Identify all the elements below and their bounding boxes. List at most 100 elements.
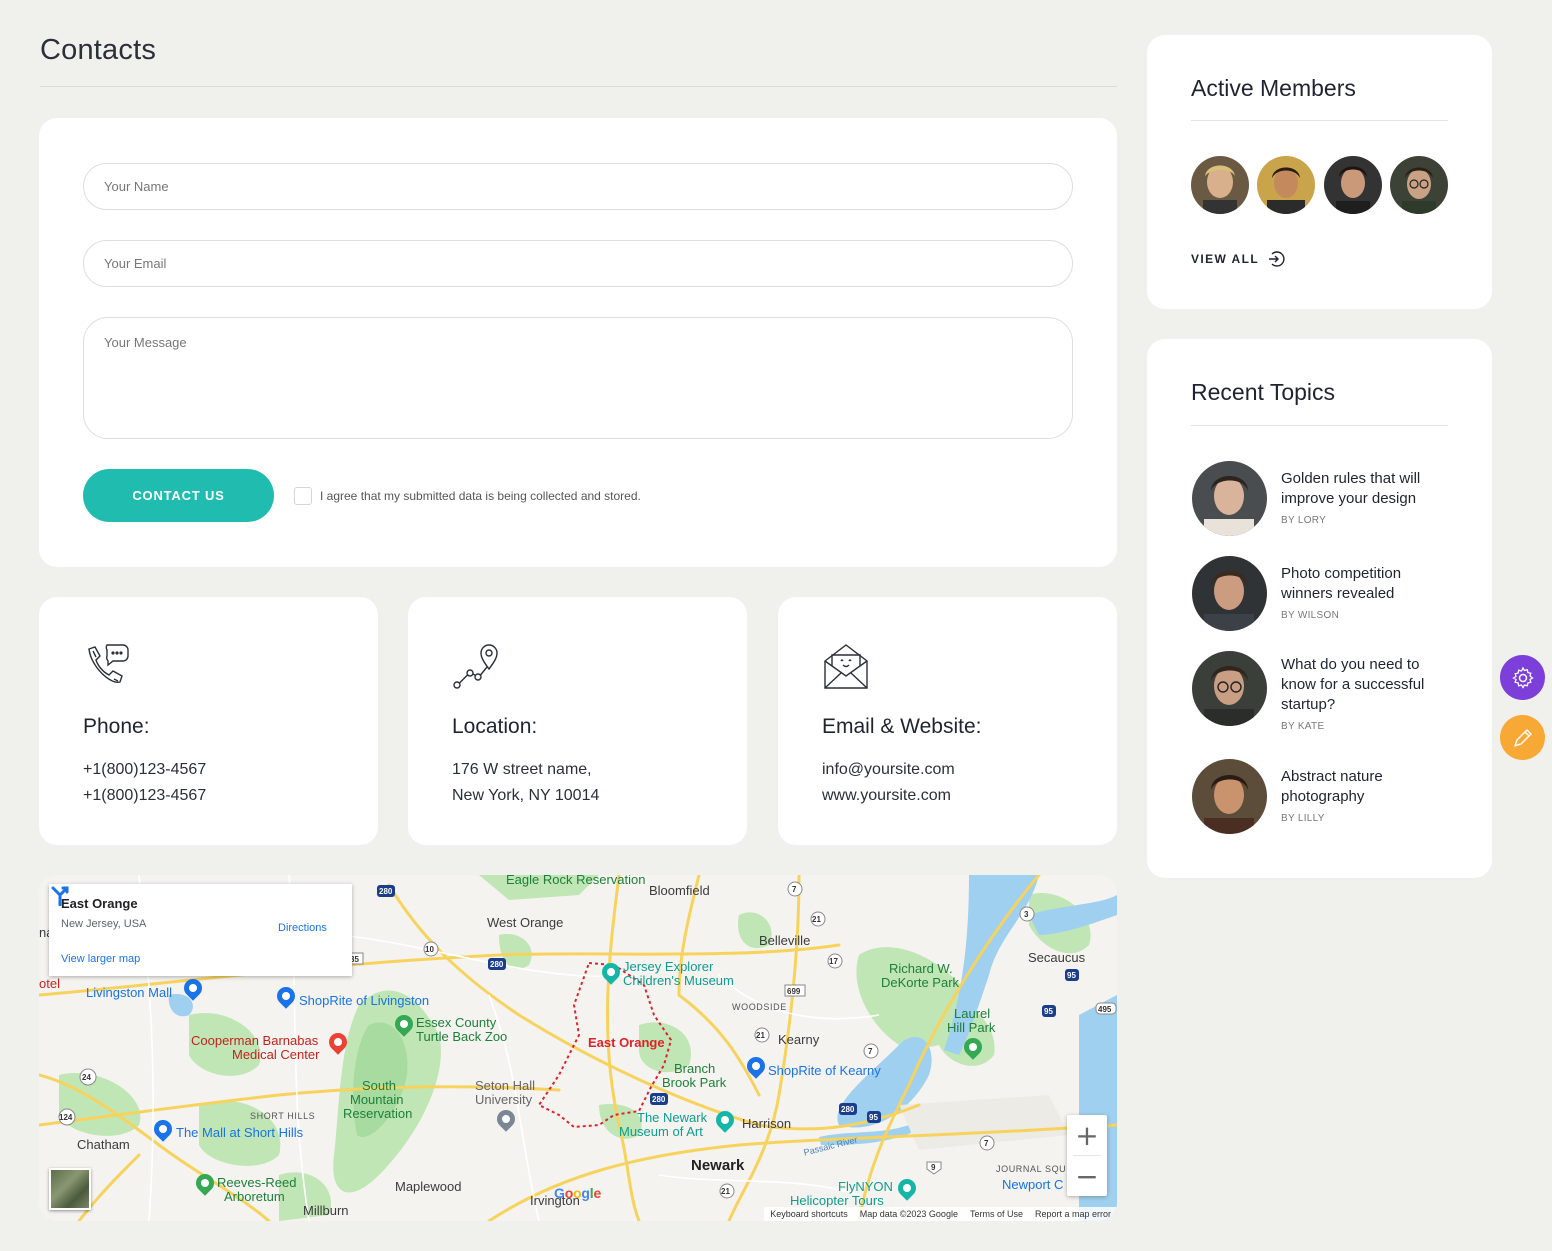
svg-text:495: 495 bbox=[1098, 1005, 1112, 1014]
map-label-east-orange: East Orange bbox=[588, 1035, 665, 1050]
keyboard-shortcuts-link[interactable]: Keyboard shortcuts bbox=[770, 1209, 848, 1219]
phone-icon bbox=[88, 644, 129, 683]
topic-title[interactable]: Golden rules that will improve your desi… bbox=[1281, 469, 1456, 509]
svg-text:21: 21 bbox=[812, 915, 821, 924]
svg-text:7: 7 bbox=[984, 1139, 989, 1148]
location-line-1: 176 W street name, bbox=[452, 761, 592, 778]
map-attribution: Keyboard shortcuts Map data ©2023 Google… bbox=[764, 1207, 1117, 1221]
topic-avatar[interactable] bbox=[1192, 461, 1267, 536]
map-label: JOURNAL SQU bbox=[996, 1164, 1067, 1174]
svg-text:9: 9 bbox=[931, 1163, 936, 1172]
map-label: Harrison bbox=[742, 1116, 792, 1131]
recent-topics-card: Recent Topics Golden rules that will imp… bbox=[1147, 339, 1492, 878]
topic-avatar[interactable] bbox=[1192, 651, 1267, 726]
phone-card: Phone: +1(800)123-4567 +1(800)123-4567 bbox=[39, 597, 378, 845]
report-error-link[interactable]: Report a map error bbox=[1035, 1209, 1111, 1219]
map-label: Mountain bbox=[350, 1092, 404, 1107]
map-label: Maplewood bbox=[395, 1179, 462, 1194]
map-label: West Orange bbox=[487, 915, 564, 930]
zoom-out-button[interactable]: − bbox=[1067, 1156, 1107, 1196]
topic-author: BY KATE bbox=[1281, 721, 1325, 732]
map-label: otel bbox=[39, 976, 60, 991]
members-divider bbox=[1191, 120, 1448, 121]
message-textarea[interactable] bbox=[84, 318, 1072, 438]
svg-text:280: 280 bbox=[652, 1095, 666, 1104]
svg-text:17: 17 bbox=[829, 957, 838, 966]
topic-title[interactable]: Abstract nature photography bbox=[1281, 767, 1456, 807]
view-all-label: VIEW ALL bbox=[1191, 252, 1260, 266]
agree-label: I agree that my submitted data is being … bbox=[320, 489, 641, 503]
svg-text:21: 21 bbox=[721, 1187, 730, 1196]
topic-title[interactable]: What do you need to know for a successfu… bbox=[1281, 655, 1456, 715]
view-all-members-link[interactable]: VIEW ALL bbox=[1191, 250, 1285, 268]
svg-text:3: 3 bbox=[1024, 910, 1029, 919]
map-label: Children's Museum bbox=[623, 973, 734, 988]
svg-text:21: 21 bbox=[756, 1031, 765, 1040]
map-label: Helicopter Tours bbox=[790, 1193, 884, 1208]
zoom-controls: + − bbox=[1067, 1115, 1107, 1196]
directions-link[interactable]: Directions bbox=[278, 922, 327, 934]
map-label: Essex County bbox=[416, 1015, 497, 1030]
map-label: Hill Park bbox=[947, 1020, 996, 1035]
settings-button[interactable] bbox=[1500, 655, 1545, 700]
name-input[interactable] bbox=[84, 164, 1072, 209]
edit-button[interactable] bbox=[1500, 715, 1545, 760]
email-card: Email & Website: info@yoursite.com www.y… bbox=[778, 597, 1117, 845]
topic-avatar[interactable] bbox=[1192, 759, 1267, 834]
map-label: Belleville bbox=[759, 933, 811, 948]
map-label: Medical Center bbox=[232, 1047, 320, 1062]
zoom-in-button[interactable]: + bbox=[1067, 1115, 1107, 1155]
member-avatar[interactable] bbox=[1257, 156, 1315, 214]
svg-text:95: 95 bbox=[1067, 971, 1076, 980]
google-map[interactable]: 280 280 280 280 95 95 95 10 7 21 17 21 7… bbox=[39, 875, 1117, 1221]
terms-link[interactable]: Terms of Use bbox=[970, 1209, 1023, 1219]
topic-author: BY WILSON bbox=[1281, 610, 1340, 621]
place-title: East Orange bbox=[61, 896, 138, 911]
topics-divider bbox=[1191, 425, 1448, 426]
topic-title[interactable]: Photo competition winners revealed bbox=[1281, 564, 1456, 604]
email-line-1: info@yoursite.com bbox=[822, 761, 955, 778]
active-members-card: Active Members VIEW ALL bbox=[1147, 35, 1492, 309]
email-input[interactable] bbox=[84, 241, 1072, 286]
topic-author: BY LILLY bbox=[1281, 813, 1325, 824]
name-field-wrapper bbox=[83, 163, 1073, 210]
map-label: Branch bbox=[674, 1061, 716, 1076]
map-label: Eagle Rock Reservation bbox=[506, 875, 646, 887]
satellite-toggle[interactable] bbox=[49, 1168, 91, 1210]
contact-us-button[interactable]: CONTACT US bbox=[83, 469, 274, 522]
title-divider bbox=[40, 86, 1117, 87]
agree-checkbox[interactable] bbox=[294, 487, 312, 505]
contact-form-card: CONTACT US I agree that my submitted dat… bbox=[39, 118, 1117, 567]
map-label: Seton Hall bbox=[475, 1078, 535, 1093]
map-label: Brook Park bbox=[662, 1075, 727, 1090]
map-label: Reeves-Reed bbox=[217, 1175, 297, 1190]
map-label: ShopRite of Livingston bbox=[299, 993, 430, 1008]
member-avatar[interactable] bbox=[1191, 156, 1249, 214]
map-label: Cooperman Barnabas bbox=[191, 1033, 319, 1048]
map-label: Chatham bbox=[77, 1137, 130, 1152]
svg-text:7: 7 bbox=[868, 1047, 873, 1056]
view-larger-map-link[interactable]: View larger map bbox=[61, 953, 140, 965]
topic-avatar[interactable] bbox=[1192, 556, 1267, 631]
svg-text:24: 24 bbox=[82, 1073, 91, 1082]
directions-icon[interactable] bbox=[49, 884, 71, 906]
arrow-circle-icon bbox=[1269, 251, 1285, 267]
pen-icon bbox=[1513, 728, 1532, 747]
recent-topics-title: Recent Topics bbox=[1191, 379, 1336, 405]
map-label: Laurel bbox=[954, 1006, 991, 1021]
map-label: Newport C bbox=[1002, 1177, 1064, 1192]
location-title: Location: bbox=[452, 715, 538, 738]
map-label-newark: Newark bbox=[691, 1157, 745, 1174]
location-card: Location: 176 W street name, New York, N… bbox=[408, 597, 747, 845]
map-label: Richard W. bbox=[889, 961, 953, 976]
map-label: SHORT HILLS bbox=[250, 1111, 316, 1121]
svg-text:280: 280 bbox=[490, 960, 504, 969]
place-info-popup: East Orange New Jersey, USA Directions V… bbox=[49, 884, 352, 976]
map-label: University bbox=[475, 1092, 533, 1107]
member-avatar[interactable] bbox=[1390, 156, 1448, 214]
page-title: Contacts bbox=[40, 34, 157, 66]
map-label: South bbox=[362, 1078, 396, 1093]
map-label: ShopRite of Kearny bbox=[768, 1063, 881, 1078]
member-avatar[interactable] bbox=[1324, 156, 1382, 214]
map-label: The Newark bbox=[637, 1110, 708, 1125]
